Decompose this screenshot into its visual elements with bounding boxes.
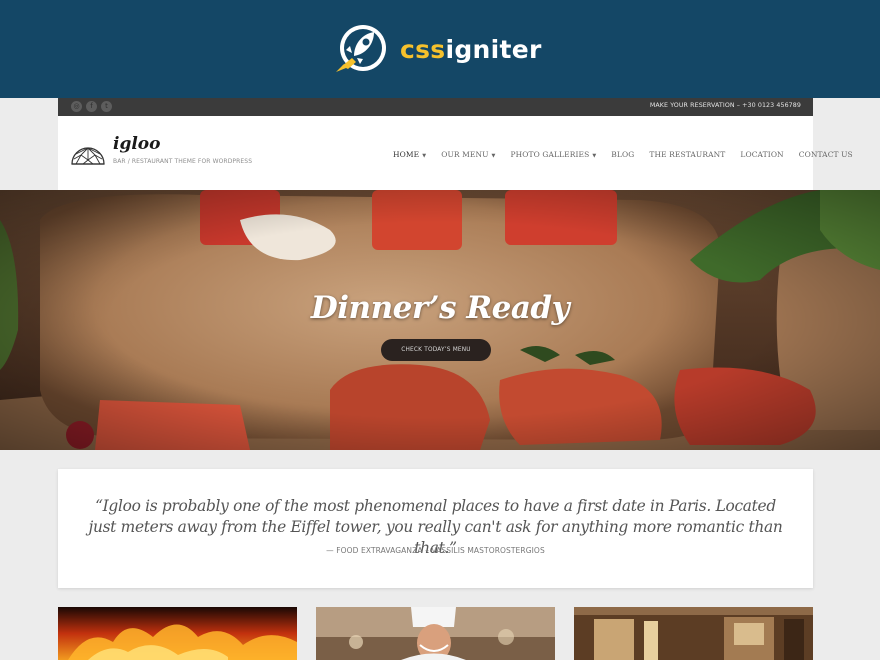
fire-photo	[58, 607, 297, 660]
caret-down-icon: ▼	[592, 153, 597, 159]
brand-banner: cssigniter	[0, 0, 880, 98]
rocket-icon	[336, 25, 386, 72]
twitter-icon[interactable]: t	[101, 101, 112, 112]
site-title[interactable]: igloo	[113, 134, 160, 154]
brand-wordmark: cssigniter	[400, 34, 542, 64]
facebook-icon[interactable]: f	[86, 101, 97, 112]
hero-title: Dinner’s Ready	[310, 290, 570, 326]
nav-our-menu[interactable]: OUR MENU ▼	[441, 150, 495, 159]
chef-photo	[316, 607, 555, 660]
nav-home[interactable]: HOME ▼	[393, 150, 426, 159]
hero-slider: Dinner’s Ready CHECK TODAY’S MENU	[0, 190, 880, 450]
site-tagline: BAR / RESTAURANT THEME FOR WORDPRESS	[113, 158, 253, 165]
testimonial-cite: — FOOD EXTRAVAGANZA – VASSILIS MASTOROST…	[326, 546, 545, 555]
site-header: igloo BAR / RESTAURANT THEME FOR WORDPRE…	[58, 116, 853, 190]
nav-location[interactable]: LOCATION	[740, 150, 783, 159]
caret-down-icon: ▼	[422, 153, 427, 159]
interior-photo	[574, 607, 813, 660]
main-navigation: HOME ▼ OUR MENU ▼ PHOTO GALLERIES ▼ BLOG TH…	[393, 150, 853, 159]
social-links: ◎ f t	[71, 101, 112, 112]
nav-contact-us[interactable]: CONTACT US	[799, 150, 853, 159]
igloo-dome-icon[interactable]	[70, 138, 106, 166]
nav-photo-galleries[interactable]: PHOTO GALLERIES ▼	[511, 150, 597, 159]
feature-card-chef[interactable]	[316, 607, 555, 660]
nav-the-restaurant[interactable]: THE RESTAURANT	[649, 150, 725, 159]
caret-down-icon: ▼	[491, 153, 496, 159]
check-menu-button[interactable]: CHECK TODAY’S MENU	[381, 339, 491, 361]
reservation-info: MAKE YOUR RESERVATION – +30 0123 456789	[649, 102, 801, 109]
instagram-icon[interactable]: ◎	[71, 101, 82, 112]
feature-card-fire[interactable]	[58, 607, 297, 660]
testimonial-box: “Igloo is probably one of the most pheno…	[58, 469, 813, 588]
cssigniter-logo[interactable]: cssigniter	[330, 22, 560, 76]
nav-blog[interactable]: BLOG	[611, 150, 634, 159]
feature-card-interior[interactable]	[574, 607, 813, 660]
site-topbar: ◎ f t MAKE YOUR RESERVATION – +30 0123 4…	[58, 98, 813, 116]
